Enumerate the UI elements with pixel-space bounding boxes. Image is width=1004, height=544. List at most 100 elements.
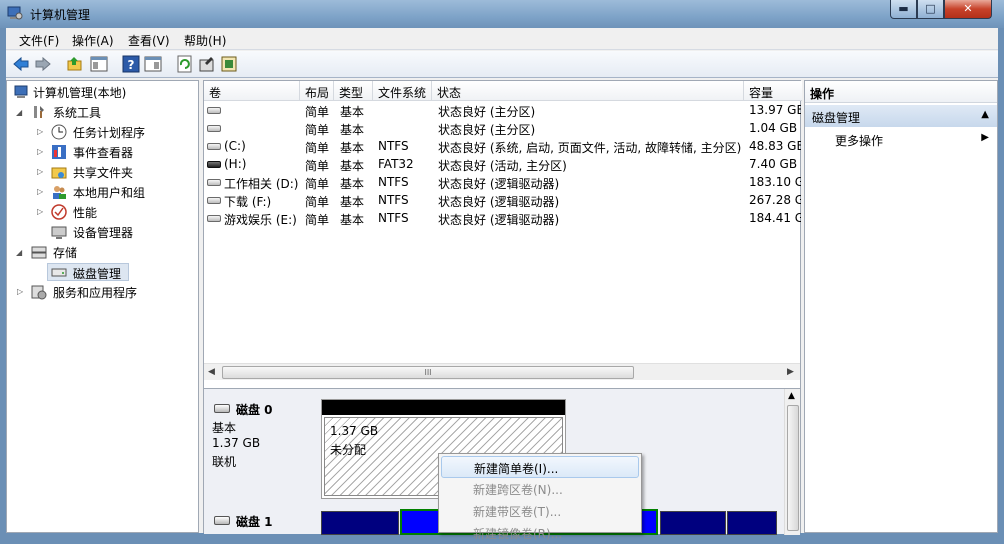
svg-text:?: ?: [128, 58, 135, 72]
expand-arrow-icon[interactable]: ▷: [37, 187, 46, 196]
disk-1-partition[interactable]: [660, 511, 726, 535]
drive-icon: [207, 125, 221, 132]
maximize-button[interactable]: □: [917, 0, 944, 19]
drive-icon: [207, 143, 221, 150]
tree-item-performance[interactable]: ▷ 性能: [7, 203, 197, 221]
disk-1-partition[interactable]: [727, 511, 777, 535]
context-menu: 新建简单卷(I)... 新建跨区卷(N)... 新建带区卷(T)... 新建镜像…: [438, 453, 642, 541]
tree-item-system-tools[interactable]: ◢ 系统工具: [7, 103, 197, 121]
menu-item-new-striped-volume[interactable]: 新建带区卷(T)...: [441, 500, 639, 522]
drive-icon: [207, 179, 221, 186]
tree-item-services-apps[interactable]: ▷ 服务和应用程序: [7, 283, 197, 301]
scrollbar-thumb[interactable]: [787, 405, 799, 531]
console-tree: 计算机管理(本地) ◢ 系统工具 ▷ 任务计划程序 ▷ 事件查看器 ▷ 共享文件…: [6, 80, 199, 533]
export-icon[interactable]: [198, 55, 216, 73]
horizontal-scrollbar[interactable]: ◀ III ▶: [204, 363, 800, 380]
menu-item-new-simple-volume[interactable]: 新建简单卷(I)...: [441, 456, 639, 478]
column-header-layout[interactable]: 布局: [300, 81, 334, 101]
volume-layout: 简单: [305, 141, 330, 155]
partition-header-bar: [322, 400, 565, 415]
usb-drive-icon: [207, 161, 221, 168]
disk-size: 1.37 GB: [212, 436, 261, 450]
actions-header: 操作: [805, 81, 997, 103]
volume-type: 基本: [340, 105, 365, 119]
volume-list-header: 卷 布局 类型 文件系统 状态 容量: [204, 81, 802, 101]
tree-item-disk-management[interactable]: 磁盘管理: [47, 263, 129, 281]
device-manager-icon: [51, 226, 67, 239]
tree-item-local-users[interactable]: ▷ 本地用户和组: [7, 183, 197, 201]
actions-section-disk-management[interactable]: 磁盘管理 ▲: [805, 105, 997, 127]
volume-row[interactable]: 游戏娱乐 (E:) 简单 基本 NTFS 状态良好 (逻辑驱动器) 184.41…: [204, 210, 802, 228]
volume-row[interactable]: 简单 基本 状态良好 (主分区) 1.04 GB: [204, 120, 802, 138]
disk-0-label[interactable]: 磁盘 0 基本 1.37 GB 联机: [212, 399, 318, 499]
refresh-icon[interactable]: [176, 55, 194, 73]
volume-status: 状态良好 (逻辑驱动器): [438, 195, 560, 209]
volume-layout: 简单: [305, 105, 330, 119]
tree-item-storage[interactable]: ◢ 存储: [7, 243, 197, 261]
snapin-icon[interactable]: [220, 55, 238, 73]
tree-item-device-manager[interactable]: 设备管理器: [7, 223, 197, 241]
menu-item-new-spanned-volume[interactable]: 新建跨区卷(N)...: [441, 478, 639, 500]
column-header-type[interactable]: 类型: [334, 81, 373, 101]
volume-capacity: 183.10 G: [749, 175, 801, 189]
expand-arrow-icon[interactable]: ▷: [37, 127, 46, 136]
menu-help[interactable]: 帮助(H): [184, 32, 226, 49]
expand-arrow-icon[interactable]: ▷: [37, 207, 46, 216]
volume-row[interactable]: 简单 基本 状态良好 (主分区) 13.97 GB: [204, 102, 802, 120]
expand-arrow-icon[interactable]: ▷: [17, 287, 26, 296]
scroll-left-icon[interactable]: ◀: [208, 367, 215, 377]
expand-arrow-icon[interactable]: ▷: [37, 167, 46, 176]
tree-item-event-viewer[interactable]: ▷ 事件查看器: [7, 143, 197, 161]
collapse-arrow-icon[interactable]: ◢: [16, 248, 25, 257]
volume-capacity: 1.04 GB: [749, 121, 798, 135]
tree-label: 本地用户和组: [73, 186, 146, 200]
partition-size: 1.37 GB: [330, 424, 379, 438]
scroll-right-icon[interactable]: ▶: [787, 367, 794, 377]
menu-view[interactable]: 查看(V): [128, 32, 170, 49]
collapse-arrow-icon[interactable]: ◢: [16, 108, 25, 117]
expand-arrow-icon[interactable]: ▷: [37, 147, 46, 156]
volume-layout: 简单: [305, 123, 330, 137]
tree-label: 设备管理器: [73, 226, 134, 240]
volume-row[interactable]: 下载 (F:) 简单 基本 NTFS 状态良好 (逻辑驱动器) 267.28 G: [204, 192, 802, 210]
tree-item-task-scheduler[interactable]: ▷ 任务计划程序: [7, 123, 197, 141]
disk-1-partition[interactable]: [321, 511, 399, 535]
menu-file[interactable]: 文件(F): [19, 32, 59, 49]
volume-row[interactable]: 工作相关 (D:) 简单 基本 NTFS 状态良好 (逻辑驱动器) 183.10…: [204, 174, 802, 192]
tree-item-shared-folders[interactable]: ▷ 共享文件夹: [7, 163, 197, 181]
properties-icon[interactable]: [144, 55, 162, 73]
volume-type: 基本: [340, 141, 365, 155]
vertical-scrollbar[interactable]: ▲: [784, 389, 800, 535]
volume-row[interactable]: (H:) 简单 基本 FAT32 状态良好 (活动, 主分区) 7.40 GB: [204, 156, 802, 174]
up-icon[interactable]: [66, 55, 84, 73]
volume-filesystem: NTFS: [378, 139, 409, 153]
volume-capacity: 7.40 GB: [749, 157, 798, 171]
minimize-button[interactable]: ▬: [890, 0, 917, 19]
scroll-up-icon[interactable]: ▲: [788, 391, 795, 401]
close-button[interactable]: ✕: [944, 0, 992, 19]
forward-icon[interactable]: [34, 55, 52, 73]
scrollbar-thumb[interactable]: III: [222, 366, 634, 379]
collapse-up-icon[interactable]: ▲: [981, 109, 989, 120]
volume-name: 游戏娱乐 (E:): [224, 213, 297, 227]
volume-status: 状态良好 (活动, 主分区): [438, 159, 567, 173]
column-header-capacity[interactable]: 容量: [744, 81, 802, 101]
column-header-volume[interactable]: 卷: [204, 81, 300, 101]
back-icon[interactable]: [12, 55, 30, 73]
disk-1-label[interactable]: 磁盘 1: [212, 511, 318, 535]
column-header-status[interactable]: 状态: [432, 81, 744, 101]
help-icon[interactable]: ?: [122, 55, 140, 73]
show-tree-icon[interactable]: [90, 55, 108, 73]
volume-capacity: 13.97 GB: [749, 103, 801, 117]
menu-action[interactable]: 操作(A): [72, 32, 114, 49]
volume-row[interactable]: (C:) 简单 基本 NTFS 状态良好 (系统, 启动, 页面文件, 活动, …: [204, 138, 802, 156]
menu-item-new-mirrored-volume[interactable]: 新建镜像卷(R)...: [441, 522, 639, 544]
volume-status: 状态良好 (主分区): [438, 123, 536, 137]
volume-type: 基本: [340, 159, 365, 173]
column-header-filesystem[interactable]: 文件系统: [373, 81, 432, 101]
toolbar: ?: [6, 51, 998, 78]
tree-item-root[interactable]: 计算机管理(本地): [7, 83, 197, 101]
actions-section-label: 磁盘管理: [812, 111, 861, 125]
volume-type: 基本: [340, 195, 365, 209]
more-actions-item[interactable]: 更多操作 ▶: [805, 129, 997, 149]
